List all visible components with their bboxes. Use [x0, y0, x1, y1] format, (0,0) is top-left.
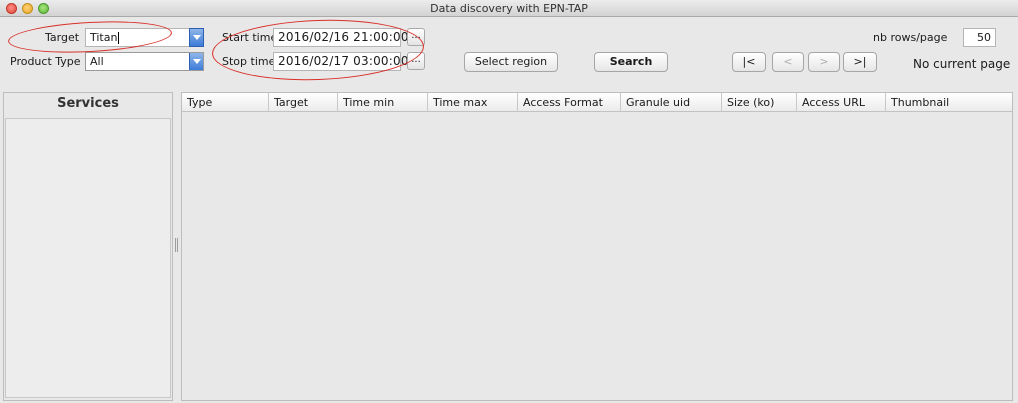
product-type-select[interactable]: All [85, 52, 204, 71]
close-icon[interactable] [6, 3, 17, 14]
column-header-access-format[interactable]: Access Format [518, 93, 621, 112]
start-time-input[interactable]: 2016/02/16 21:00:00 [273, 28, 408, 47]
rows-per-page-label: nb rows/page [873, 31, 948, 44]
search-button[interactable]: Search [594, 52, 668, 72]
column-header-type[interactable]: Type [182, 93, 269, 112]
previous-page-button[interactable]: < [772, 52, 804, 72]
text-caret [118, 32, 120, 44]
column-header-target[interactable]: Target [269, 93, 338, 112]
results-table-header: Type Target Time min Time max Access For… [182, 93, 1012, 112]
column-header-access-url[interactable]: Access URL [797, 93, 886, 112]
window-title: Data discovery with EPN-TAP [430, 2, 588, 15]
target-input-value: Titan [90, 31, 118, 44]
column-header-size[interactable]: Size (ko) [722, 93, 797, 112]
zoom-icon[interactable] [38, 3, 49, 14]
search-toolbar: Target Titan Product Type All Start time… [0, 16, 1018, 88]
first-page-button[interactable]: |< [732, 52, 766, 72]
page-status-text: No current page [913, 57, 1011, 71]
services-title: Services [57, 96, 119, 111]
column-header-time-max[interactable]: Time max [428, 93, 518, 112]
minimize-icon[interactable] [22, 3, 33, 14]
column-header-thumbnail[interactable]: Thumbnail [886, 93, 1012, 112]
rows-per-page-input[interactable]: 50 [963, 28, 996, 47]
target-label: Target [45, 31, 80, 44]
product-type-label: Product Type [10, 55, 81, 68]
target-input[interactable]: Titan [85, 28, 191, 47]
last-page-button[interactable]: >| [843, 52, 877, 72]
window-titlebar: Data discovery with EPN-TAP [0, 0, 1018, 17]
column-header-time-min[interactable]: Time min [338, 93, 428, 112]
stop-time-input[interactable]: 2016/02/17 03:00:00 [273, 52, 408, 71]
annotation-ellipse-time [211, 16, 425, 84]
chevron-down-icon [190, 29, 203, 46]
next-page-button[interactable]: > [808, 52, 840, 72]
chevron-down-icon [189, 53, 203, 70]
stop-time-label: Stop time [222, 55, 276, 68]
start-time-picker-button[interactable]: ... [407, 28, 425, 46]
stop-time-picker-button[interactable]: ... [407, 52, 425, 70]
select-region-button[interactable]: Select region [464, 52, 558, 72]
services-list[interactable] [5, 118, 171, 398]
results-table[interactable]: Type Target Time min Time max Access For… [181, 92, 1013, 401]
panel-splitter-handle[interactable] [175, 238, 178, 252]
target-dropdown-button[interactable] [189, 28, 204, 47]
column-header-granule-uid[interactable]: Granule uid [621, 93, 722, 112]
start-time-label: Start time [222, 31, 278, 44]
services-panel: Services [3, 92, 173, 401]
product-type-value: All [90, 55, 104, 68]
